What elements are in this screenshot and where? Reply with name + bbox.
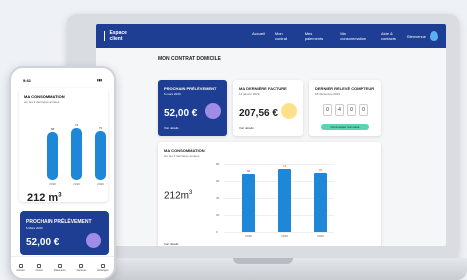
phone-card-prochain-prelevement[interactable]: PROCHAIN PRÉLÈVEMENT 6 Mars 2020 52,00 € <box>20 211 109 255</box>
phone-tab-bar: Accueil Conso Paiements Factures Échange… <box>11 256 114 278</box>
tab-label: Accueil <box>16 268 25 272</box>
x-tick-label: 2018 <box>49 182 56 186</box>
tab-label: Échanges <box>97 268 109 272</box>
consumption-unit: 3 <box>189 190 193 196</box>
user-greeting: Bienvenue <box>407 33 426 39</box>
meter-digit: 0 <box>359 104 368 116</box>
nav-item-consommation[interactable]: Ma consommation <box>340 31 371 41</box>
data-label: 74 <box>74 123 79 128</box>
top-navigation-bar: Espace client Accueil Mon contrat Mes pa… <box>96 24 446 48</box>
card-title: PROCHAIN PRÉLÈVEMENT <box>164 86 217 91</box>
brand-name: Espace client <box>109 30 127 42</box>
home-icon <box>18 263 23 268</box>
meter-digits: 0 4 0 0 <box>323 104 368 116</box>
meter-digit: 0 <box>323 104 332 116</box>
invoice-illustration-icon <box>281 103 297 119</box>
brand-logo[interactable]: Espace client <box>104 30 140 42</box>
card-consommation: MA CONSOMMATION sur les 3 dernières anné… <box>158 142 381 246</box>
voir-details-link[interactable]: Voir détails <box>164 242 179 246</box>
piggy-illustration-icon <box>86 233 101 248</box>
phone-frame: 9:41 ▮▮▮ MA CONSOMMATION sur les 3 derni… <box>9 66 116 280</box>
card-subtitle: 6 Mars 2020 <box>26 226 43 230</box>
nav-item-paiements[interactable]: Mes paiements <box>305 31 331 41</box>
x-tick-label: 2019 <box>73 182 80 186</box>
consumption-value: 212m3 <box>164 190 192 201</box>
nav-item-accueil[interactable]: Accueil <box>252 31 265 41</box>
signal-icon: ▮▮▮ <box>97 78 102 82</box>
desktop-screen: Espace client Accueil Mon contrat Mes pa… <box>96 24 446 246</box>
water-drop-icon <box>430 31 438 41</box>
main-nav: Accueil Mon contrat Mes paiements Ma con… <box>252 31 407 41</box>
page-title: MON CONTRAT DOMICILE <box>158 56 221 62</box>
x-tick-label: 2020 <box>317 234 324 238</box>
card-title: PROCHAIN PRÉLÈVEMENT <box>26 219 92 225</box>
data-label: 70 <box>318 167 323 172</box>
card-releve-compteur: DERNIER RELEVÉ COMPTEUR 18 décembre 2019… <box>309 80 381 136</box>
data-label: 70 <box>98 126 103 130</box>
grid-line <box>224 232 334 233</box>
bar-2018 <box>242 174 255 232</box>
phone-card-consommation: MA CONSOMMATION sur les 3 dernières anné… <box>19 88 108 204</box>
voir-details-link[interactable]: Voir détails <box>164 126 179 130</box>
card-subtitle: sur les 3 dernières années <box>164 154 200 158</box>
laptop-notch <box>233 258 293 264</box>
bar-2020 <box>314 172 327 232</box>
card-title: MA CONSOMMATION <box>164 148 205 153</box>
y-tick-label: 0 <box>216 230 218 234</box>
meter-digit: 4 <box>335 104 344 116</box>
communiquer-releve-button[interactable]: Communiquer mon relevé <box>321 124 369 130</box>
data-label: 74 <box>282 164 287 169</box>
card-subtitle: 6 mars 2020 <box>164 92 181 96</box>
x-tick-label: 2019 <box>281 234 288 238</box>
tab-factures[interactable]: Factures <box>76 263 87 272</box>
facture-amount: 207,56 € <box>239 108 278 119</box>
bar-2019 <box>71 128 82 180</box>
data-label: 68 <box>50 127 55 132</box>
logo-bar <box>104 31 106 41</box>
phone-consumption-unit: 3 <box>58 192 62 199</box>
tab-conso[interactable]: Conso <box>35 263 43 272</box>
y-tick-label: 60 <box>216 179 220 183</box>
card-title: MA DERNIÈRE FACTURE <box>239 86 287 91</box>
user-menu[interactable]: Bienvenue <box>407 31 438 41</box>
tab-label: Paiements <box>53 268 66 272</box>
card-title: DERNIER RELEVÉ COMPTEUR <box>315 86 375 91</box>
card-title: MA CONSOMMATION <box>24 94 65 99</box>
x-tick-label: 2018 <box>245 234 252 238</box>
card-icon <box>57 263 62 268</box>
document-icon <box>79 263 84 268</box>
tab-paiements[interactable]: Paiements <box>53 263 66 272</box>
prelevement-amount: 52,00 € <box>164 108 198 119</box>
card-derniere-facture[interactable]: MA DERNIÈRE FACTURE 12 janvier 2020 207,… <box>233 80 303 136</box>
voir-details-link[interactable]: Voir détails <box>239 126 254 130</box>
card-prochain-prelevement[interactable]: PROCHAIN PRÉLÈVEMENT 6 mars 2020 52,00 €… <box>158 80 227 136</box>
tab-accueil[interactable]: Accueil <box>16 263 25 272</box>
status-time: 9:41 <box>23 78 32 83</box>
card-subtitle: 18 décembre 2019 <box>315 92 341 96</box>
bar-2018 <box>47 132 58 180</box>
y-tick-label: 80 <box>216 162 220 166</box>
phone-consumption-value: 212 m3 <box>27 192 62 204</box>
tab-echanges[interactable]: Échanges <box>97 263 109 272</box>
nav-item-contrat[interactable]: Mon contrat <box>275 31 295 41</box>
chart-icon <box>37 263 42 268</box>
phone-consumption-number: 212 m <box>27 192 59 204</box>
y-tick-label: 40 <box>216 196 220 200</box>
bar-2020 <box>95 131 106 180</box>
x-tick-label: 2020 <box>97 182 104 186</box>
y-tick-label: 20 <box>216 213 220 217</box>
card-subtitle: sur les 3 dernières années <box>24 100 60 104</box>
consumption-number: 212m <box>164 190 190 202</box>
nav-item-aide[interactable]: Aide & contacts <box>381 31 407 41</box>
phone-prelevement-amount: 52,00 € <box>26 237 60 248</box>
data-label: 68 <box>246 169 251 174</box>
tab-label: Factures <box>76 268 87 272</box>
card-subtitle: 12 janvier 2020 <box>239 92 260 96</box>
chat-icon <box>100 263 105 268</box>
tab-label: Conso <box>35 268 43 272</box>
meter-digit: 0 <box>347 104 356 116</box>
bar-2019 <box>278 169 291 232</box>
piggy-illustration-icon <box>205 103 221 119</box>
